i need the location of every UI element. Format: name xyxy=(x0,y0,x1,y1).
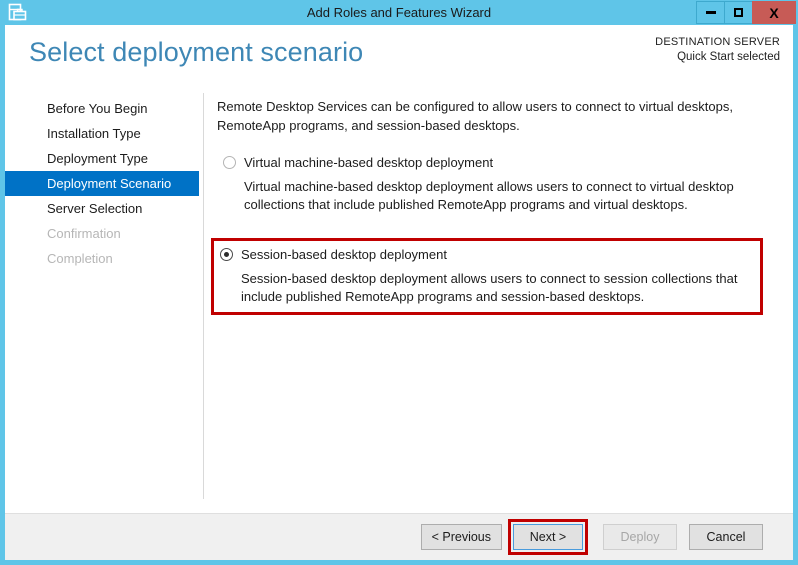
destination-server-value: Quick Start selected xyxy=(655,50,780,65)
sidebar-item-confirmation: Confirmation xyxy=(5,221,199,246)
destination-server-info: DESTINATION SERVER Quick Start selected xyxy=(655,35,780,65)
maximize-button[interactable] xyxy=(724,1,753,24)
option-row: Session-based desktop deployment xyxy=(220,246,754,263)
title-bar: Add Roles and Features Wizard X xyxy=(0,0,798,25)
page-header: Select deployment scenario DESTINATION S… xyxy=(5,25,793,90)
footer-button-bar: < Previous Next > Deploy Cancel xyxy=(5,513,793,560)
sidebar-item-deployment-scenario[interactable]: Deployment Scenario xyxy=(5,171,199,196)
minimize-icon xyxy=(706,11,716,14)
page-title: Select deployment scenario xyxy=(29,37,363,68)
sidebar-item-installation-type[interactable]: Installation Type xyxy=(5,121,199,146)
cancel-button[interactable]: Cancel xyxy=(689,524,763,550)
close-icon: X xyxy=(769,6,778,20)
sidebar-item-server-selection[interactable]: Server Selection xyxy=(5,196,199,221)
option-description-virtual-machine-based: Virtual machine-based desktop deployment… xyxy=(244,178,764,214)
option-label-virtual-machine-based: Virtual machine-based desktop deployment xyxy=(244,154,493,171)
body-area: Before You Begin Installation Type Deplo… xyxy=(5,90,793,513)
option-row: Virtual machine-based desktop deployment xyxy=(223,154,769,171)
next-button[interactable]: Next > xyxy=(513,524,583,550)
deploy-button: Deploy xyxy=(603,524,677,550)
next-button-highlight: Next > xyxy=(508,519,588,555)
sidebar-item-before-you-begin[interactable]: Before You Begin xyxy=(5,96,199,121)
option-virtual-machine-based[interactable]: Virtual machine-based desktop deployment… xyxy=(217,149,775,220)
intro-text: Remote Desktop Services can be configure… xyxy=(217,90,775,135)
radio-virtual-machine-based[interactable] xyxy=(223,156,236,169)
sidebar-item-completion: Completion xyxy=(5,246,199,271)
minimize-button[interactable] xyxy=(696,1,725,24)
option-description-session-based: Session-based desktop deployment allows … xyxy=(241,270,754,306)
content-pane: Remote Desktop Services can be configure… xyxy=(217,90,775,315)
nav-content-divider xyxy=(203,93,204,499)
previous-button[interactable]: < Previous xyxy=(421,524,502,550)
client-area: Select deployment scenario DESTINATION S… xyxy=(5,25,793,560)
wizard-window: Add Roles and Features Wizard X Select d… xyxy=(0,0,798,565)
window-title: Add Roles and Features Wizard xyxy=(0,0,798,25)
destination-server-label: DESTINATION SERVER xyxy=(655,35,780,50)
option-session-based[interactable]: Session-based desktop deployment Session… xyxy=(211,238,763,315)
radio-session-based[interactable] xyxy=(220,248,233,261)
wizard-step-nav: Before You Begin Installation Type Deplo… xyxy=(5,90,199,271)
window-controls: X xyxy=(697,1,796,24)
sidebar-item-deployment-type[interactable]: Deployment Type xyxy=(5,146,199,171)
option-label-session-based: Session-based desktop deployment xyxy=(241,246,447,263)
maximize-icon xyxy=(734,8,743,17)
close-button[interactable]: X xyxy=(752,1,796,24)
